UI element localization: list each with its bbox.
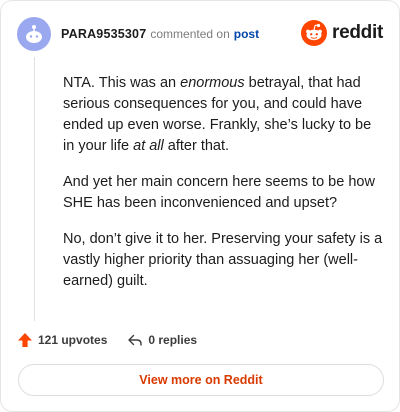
comment-text: And yet her main concern here seems to b…: [63, 174, 375, 211]
reddit-comment-embed: PARA9535307 commented on post reddit NTA…: [0, 0, 400, 412]
view-more-label: View more on Reddit: [139, 373, 263, 387]
username[interactable]: PARA9535307: [61, 27, 146, 41]
comment-text: after that.: [163, 138, 230, 154]
view-more-button[interactable]: View more on Reddit: [18, 364, 384, 396]
comment-paragraph: NTA. This was an enormous betrayal, that…: [63, 73, 383, 157]
reply-arrow-icon: [128, 334, 143, 346]
comment-body: NTA. This was an enormous betrayal, that…: [63, 73, 383, 307]
emphasis-text: enormous: [180, 75, 245, 91]
comment-paragraph: And yet her main concern here seems to b…: [63, 172, 383, 214]
upvote-count: 121 upvotes: [38, 333, 108, 347]
comment-meta: PARA9535307 commented on post: [61, 27, 259, 41]
post-link[interactable]: post: [234, 27, 259, 41]
reply-button[interactable]: 0 replies: [127, 332, 197, 348]
commented-on-text: commented on: [150, 27, 230, 41]
reddit-brand[interactable]: reddit: [301, 20, 383, 46]
thread-line: [34, 57, 35, 321]
avatar[interactable]: [17, 17, 51, 51]
reply-count: 0 replies: [148, 333, 198, 347]
comment-actions: 121 upvotes 0 replies: [17, 329, 197, 351]
upvote-arrow-icon: [18, 333, 32, 347]
comment-header: PARA9535307 commented on post reddit: [17, 17, 383, 51]
comment-text: No, don’t give it to her. Preserving you…: [63, 231, 383, 289]
upvote-button[interactable]: 121 upvotes: [17, 332, 107, 348]
reddit-wordmark: reddit: [332, 22, 383, 43]
comment-paragraph: No, don’t give it to her. Preserving you…: [63, 229, 383, 292]
reddit-snoo-icon: [301, 20, 328, 46]
comment-text: NTA. This was an: [63, 75, 181, 91]
emphasis-text: at all: [133, 138, 164, 154]
snoo-avatar-icon: [26, 25, 42, 43]
